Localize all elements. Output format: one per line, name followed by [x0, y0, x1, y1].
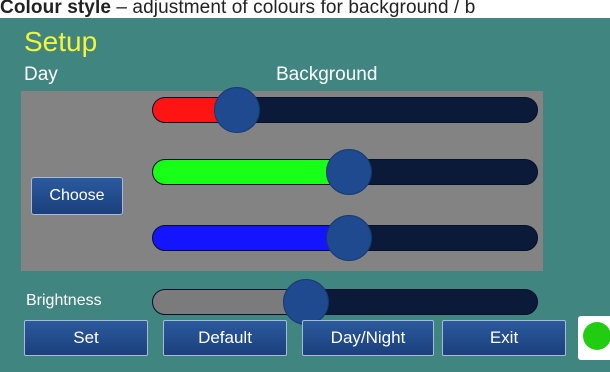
- slider-track: [152, 97, 538, 123]
- brightness-label: Brightness: [26, 292, 102, 309]
- status-dot-icon: [583, 322, 610, 350]
- default-button[interactable]: Default: [163, 320, 287, 356]
- choose-button[interactable]: Choose: [31, 177, 123, 215]
- slider-track: [152, 289, 538, 315]
- slider-fill: [153, 226, 350, 250]
- slider-knob[interactable]: [213, 87, 260, 133]
- slider-fill: [153, 160, 350, 184]
- caption-text: – adjustment of colours for background /…: [111, 0, 476, 18]
- exit-button[interactable]: Exit: [442, 320, 566, 356]
- mode-label: Day: [24, 64, 58, 85]
- day-night-button[interactable]: Day/Night: [302, 320, 434, 356]
- slider-knob[interactable]: [325, 149, 372, 195]
- section-label: Background: [276, 64, 378, 85]
- red-slider[interactable]: [152, 87, 538, 133]
- page-title: Setup: [24, 26, 98, 57]
- green-slider[interactable]: [152, 149, 538, 195]
- slider-knob[interactable]: [325, 215, 372, 261]
- brightness-slider[interactable]: [152, 279, 538, 325]
- blue-slider[interactable]: [152, 215, 538, 261]
- slider-knob[interactable]: [283, 279, 330, 325]
- set-button[interactable]: Set: [24, 320, 148, 356]
- setup-screen: Setup Day Background Choose Brightness: [0, 18, 610, 372]
- caption-bold: Colour style: [0, 0, 111, 18]
